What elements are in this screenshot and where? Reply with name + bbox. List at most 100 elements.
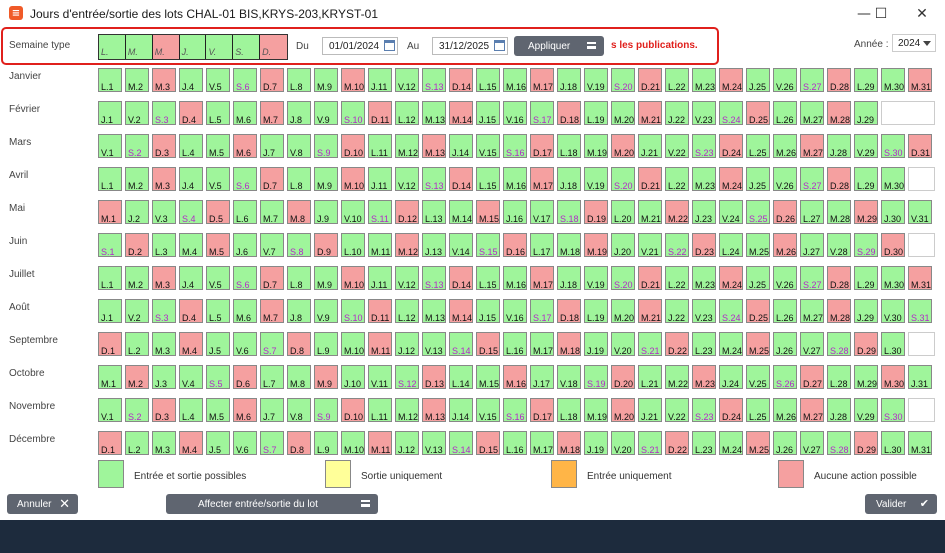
day-cell[interactable]: M.9: [314, 167, 338, 191]
day-cell[interactable]: L.28: [827, 365, 851, 389]
day-cell[interactable]: S.23: [692, 134, 716, 158]
day-cell[interactable]: L.2: [125, 332, 149, 356]
day-cell[interactable]: D.25: [746, 299, 770, 323]
day-cell[interactable]: L.1: [98, 68, 122, 92]
day-cell[interactable]: M.27: [800, 101, 824, 125]
day-cell[interactable]: M.4: [179, 431, 203, 455]
day-cell[interactable]: J.8: [287, 299, 311, 323]
day-cell[interactable]: S.6: [233, 68, 257, 92]
day-cell[interactable]: J.1: [98, 299, 122, 323]
day-cell[interactable]: L.10: [341, 233, 365, 257]
day-cell[interactable]: M.28: [827, 200, 851, 224]
day-cell[interactable]: J.18: [557, 266, 581, 290]
day-cell[interactable]: L.9: [314, 332, 338, 356]
day-cell[interactable]: J.9: [314, 200, 338, 224]
day-cell[interactable]: M.31: [908, 266, 932, 290]
day-cell[interactable]: L.7: [260, 365, 284, 389]
day-cell[interactable]: L.8: [287, 68, 311, 92]
semaine-day[interactable]: S.: [233, 35, 261, 59]
day-cell[interactable]: M.24: [719, 431, 743, 455]
day-cell[interactable]: J.5: [206, 332, 230, 356]
day-cell[interactable]: M.27: [800, 398, 824, 422]
day-cell[interactable]: D.21: [638, 167, 662, 191]
day-cell[interactable]: J.8: [287, 101, 311, 125]
day-cell[interactable]: J.11: [368, 68, 392, 92]
semaine-day[interactable]: M.: [152, 35, 180, 59]
day-cell[interactable]: M.23: [692, 365, 716, 389]
day-cell[interactable]: J.21: [638, 398, 662, 422]
day-cell[interactable]: J.17: [530, 365, 554, 389]
day-cell[interactable]: S.31: [908, 299, 932, 323]
day-cell[interactable]: S.18: [557, 200, 581, 224]
day-cell[interactable]: M.29: [854, 365, 878, 389]
day-cell[interactable]: J.26: [773, 332, 797, 356]
day-cell[interactable]: M.21: [638, 101, 662, 125]
day-cell[interactable]: L.25: [746, 398, 770, 422]
day-cell[interactable]: M.7: [260, 299, 284, 323]
day-cell[interactable]: S.30: [881, 134, 905, 158]
day-cell[interactable]: M.18: [557, 332, 581, 356]
day-cell[interactable]: J.22: [665, 101, 689, 125]
day-cell[interactable]: D.8: [287, 332, 311, 356]
day-cell[interactable]: V.12: [395, 266, 419, 290]
day-cell[interactable]: D.14: [449, 167, 473, 191]
day-cell[interactable]: J.20: [611, 233, 635, 257]
day-cell[interactable]: D.28: [827, 167, 851, 191]
day-cell[interactable]: M.6: [233, 101, 257, 125]
day-cell[interactable]: M.28: [827, 299, 851, 323]
day-cell[interactable]: S.28: [827, 431, 851, 455]
day-cell[interactable]: S.16: [503, 398, 527, 422]
day-cell[interactable]: J.7: [260, 134, 284, 158]
day-cell[interactable]: J.15: [476, 101, 500, 125]
day-cell[interactable]: V.3: [152, 200, 176, 224]
day-cell[interactable]: D.23: [692, 233, 716, 257]
day-cell[interactable]: S.30: [881, 398, 905, 422]
day-cell[interactable]: S.21: [638, 332, 662, 356]
day-cell[interactable]: M.9: [314, 365, 338, 389]
day-cell[interactable]: L.24: [719, 233, 743, 257]
day-cell[interactable]: J.22: [665, 299, 689, 323]
day-cell[interactable]: D.10: [341, 134, 365, 158]
semaine-day[interactable]: J.: [179, 35, 207, 59]
day-cell[interactable]: D.16: [503, 233, 527, 257]
day-cell[interactable]: L.12: [395, 101, 419, 125]
day-cell[interactable]: M.27: [800, 299, 824, 323]
day-cell[interactable]: S.15: [476, 233, 500, 257]
date-to-input[interactable]: 31/12/2025: [432, 37, 508, 55]
day-cell[interactable]: M.28: [827, 101, 851, 125]
day-cell[interactable]: M.22: [665, 365, 689, 389]
day-cell[interactable]: L.23: [692, 431, 716, 455]
day-cell[interactable]: L.22: [665, 167, 689, 191]
day-cell[interactable]: V.6: [233, 431, 257, 455]
day-cell[interactable]: S.16: [503, 134, 527, 158]
day-cell[interactable]: M.17: [530, 266, 554, 290]
day-cell[interactable]: J.18: [557, 68, 581, 92]
day-cell[interactable]: L.16: [503, 431, 527, 455]
day-cell[interactable]: L.29: [854, 68, 878, 92]
day-cell[interactable]: M.13: [422, 299, 446, 323]
day-cell[interactable]: J.28: [827, 398, 851, 422]
day-cell[interactable]: L.5: [206, 101, 230, 125]
day-cell[interactable]: S.24: [719, 101, 743, 125]
day-cell[interactable]: J.14: [449, 134, 473, 158]
day-cell[interactable]: L.27: [800, 200, 824, 224]
day-cell[interactable]: L.29: [854, 167, 878, 191]
year-select[interactable]: 2024: [892, 34, 936, 52]
day-cell[interactable]: M.7: [260, 101, 284, 125]
day-cell[interactable]: V.15: [476, 398, 500, 422]
close-button[interactable]: ✕: [905, 0, 939, 28]
day-cell[interactable]: L.1: [98, 266, 122, 290]
day-cell[interactable]: J.11: [368, 167, 392, 191]
day-cell[interactable]: M.6: [233, 299, 257, 323]
day-cell[interactable]: M.19: [584, 398, 608, 422]
day-cell[interactable]: D.5: [206, 200, 230, 224]
day-cell[interactable]: V.1: [98, 398, 122, 422]
day-cell[interactable]: V.7: [260, 233, 284, 257]
day-cell[interactable]: J.25: [746, 167, 770, 191]
day-cell[interactable]: S.20: [611, 68, 635, 92]
day-cell[interactable]: S.27: [800, 266, 824, 290]
day-cell[interactable]: D.21: [638, 68, 662, 92]
day-cell[interactable]: V.12: [395, 68, 419, 92]
day-cell[interactable]: S.24: [719, 299, 743, 323]
day-cell[interactable]: S.7: [260, 431, 284, 455]
